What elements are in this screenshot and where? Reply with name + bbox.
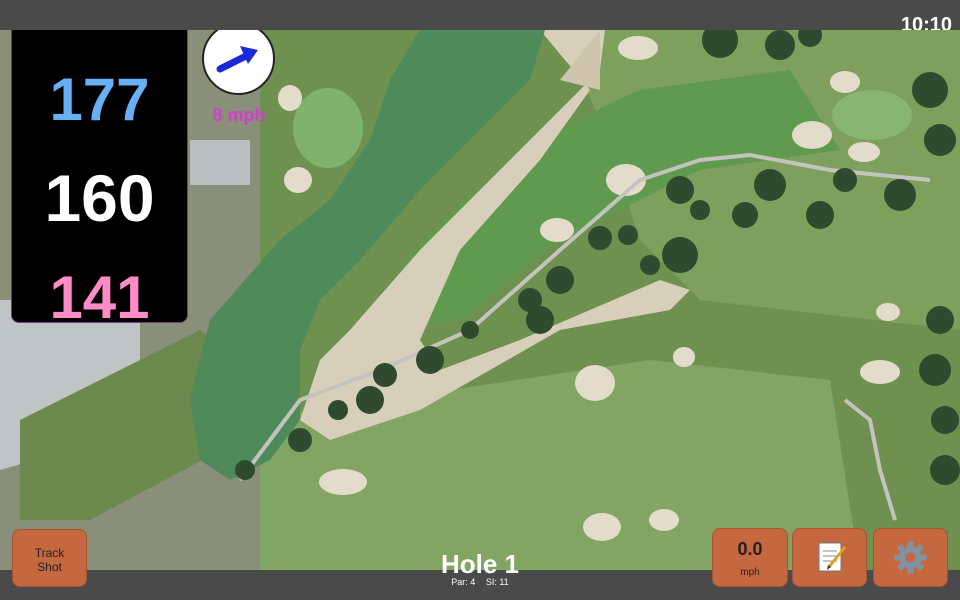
status-bar: 10:10	[0, 0, 960, 36]
hole-title: Hole 1	[440, 549, 520, 579]
distance-middle: 160	[44, 161, 155, 235]
speed-value: 0.0	[737, 539, 763, 559]
distance-panel[interactable]: 177 160 141	[11, 30, 188, 331]
course-map[interactable]: 177 160 141 8 mph	[0, 30, 960, 570]
distance-back: 177	[49, 66, 150, 133]
speed-unit: mph	[740, 567, 760, 578]
hole-stroke-index: SI: 11	[485, 577, 509, 587]
hole-info: Par: 4 SI: 11	[380, 577, 580, 587]
gear-icon	[894, 541, 927, 574]
track-shot-label-line1: Track	[34, 546, 65, 560]
wind-speed: 8 mph	[212, 105, 266, 125]
wind-direction-arrow-icon	[216, 46, 258, 73]
distance-front: 141	[49, 264, 150, 331]
settings-button[interactable]	[873, 528, 948, 587]
notepad-icon	[818, 542, 847, 572]
wind-indicator	[202, 30, 275, 95]
notes-button[interactable]	[792, 528, 867, 587]
track-shot-label-line2: Shot	[37, 560, 62, 574]
track-shot-button[interactable]: Track Shot	[12, 529, 87, 587]
speed-button[interactable]: 0.0 mph	[712, 528, 788, 587]
hole-par: Par: 4	[451, 577, 476, 587]
